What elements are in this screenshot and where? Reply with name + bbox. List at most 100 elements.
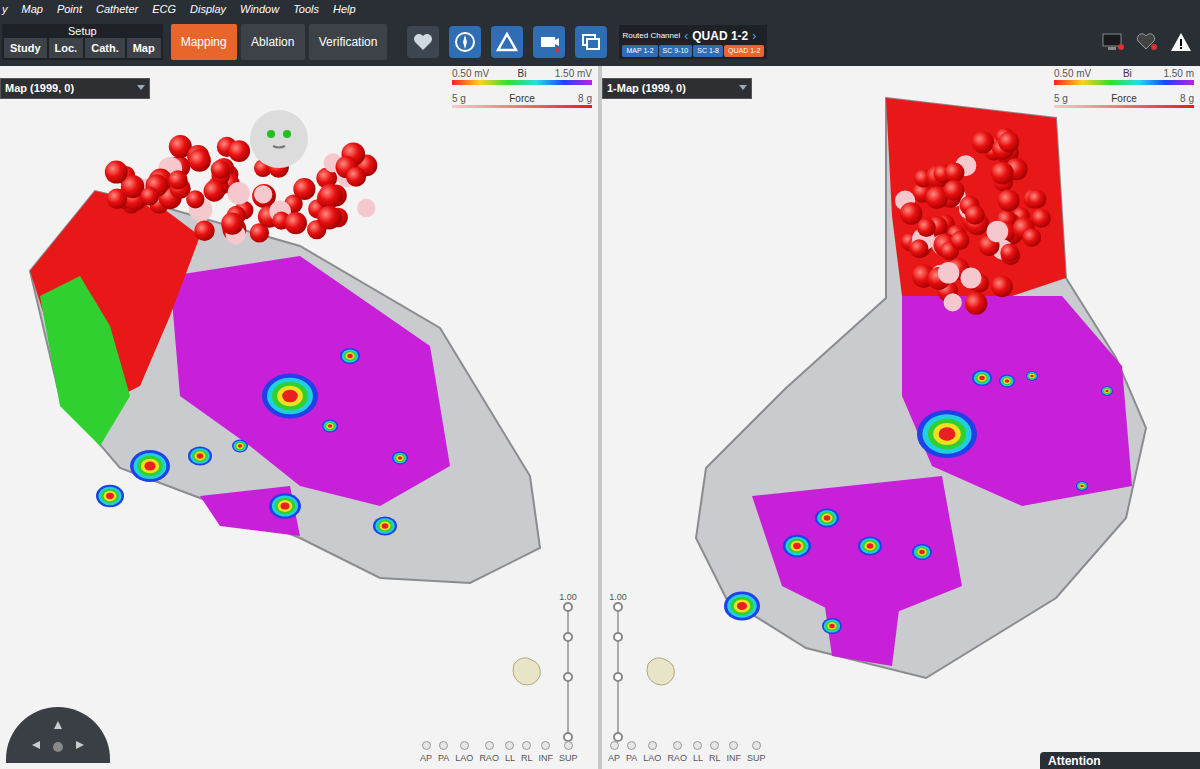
- channel-tab[interactable]: SC 9-10: [659, 45, 693, 57]
- view-dot: [710, 741, 719, 750]
- force-min: 5 g: [452, 93, 466, 105]
- view-label[interactable]: RAO: [667, 752, 687, 766]
- opacity-slider[interactable]: 1.00: [554, 591, 582, 737]
- view-label[interactable]: SUP: [747, 752, 766, 766]
- slider-track[interactable]: [567, 607, 569, 737]
- menu-item[interactable]: Tools: [293, 1, 319, 18]
- map-selector[interactable]: Map (1999, 0): [0, 78, 150, 99]
- menu-item[interactable]: Point: [57, 1, 82, 18]
- view-label[interactable]: LL: [693, 752, 703, 766]
- bi-max: 1.50 mV: [555, 68, 592, 80]
- heart-status-icon[interactable]: [1136, 33, 1158, 51]
- view-button[interactable]: LAO: [643, 741, 661, 766]
- navigation-dial-icon[interactable]: [6, 707, 110, 763]
- mode-button[interactable]: Mapping: [171, 24, 237, 60]
- slider-knob[interactable]: [563, 602, 573, 612]
- menu-item[interactable]: Display: [190, 1, 226, 18]
- slider-knob[interactable]: [563, 672, 573, 682]
- channel-tab[interactable]: QUAD 1-2: [724, 45, 764, 57]
- menu-item[interactable]: Catheter: [96, 1, 138, 18]
- force-min: 5 g: [1054, 93, 1068, 105]
- orientation-face-icon[interactable]: [250, 110, 308, 168]
- map-panel[interactable]: 1-Map (1999, 0) 0.50 mVBi1.50 m5 gForce8 …: [602, 66, 1200, 769]
- anatomy-map[interactable]: [602, 66, 1198, 769]
- view-button[interactable]: PA: [438, 741, 449, 766]
- view-label[interactable]: SUP: [559, 752, 578, 766]
- view-button[interactable]: SUP: [559, 741, 578, 766]
- view-dot: [485, 741, 494, 750]
- channel-tab[interactable]: MAP 1-2: [622, 45, 657, 57]
- menu-item[interactable]: Map: [22, 1, 43, 18]
- view-button[interactable]: LL: [505, 741, 515, 766]
- setup-tab[interactable]: Loc.: [49, 38, 84, 58]
- view-button[interactable]: LL: [693, 741, 703, 766]
- setup-tab[interactable]: Map: [127, 38, 161, 58]
- view-label[interactable]: INF: [538, 752, 553, 766]
- warning-icon[interactable]: [1170, 32, 1192, 52]
- map-selector[interactable]: 1-Map (1999, 0): [602, 78, 752, 99]
- view-button[interactable]: PA: [626, 741, 637, 766]
- toolbar: y Map Point Catheter ECG Display Window Tools He…: [0, 0, 1200, 66]
- heart-button-icon[interactable]: [407, 26, 439, 58]
- menu-item[interactable]: y: [2, 1, 8, 18]
- view-button[interactable]: RAO: [667, 741, 687, 766]
- heart-orientation-icon[interactable]: [642, 654, 678, 688]
- view-label[interactable]: LAO: [643, 752, 661, 766]
- view-button[interactable]: INF: [726, 741, 741, 766]
- next-arrow[interactable]: ›: [752, 27, 756, 45]
- menu-item[interactable]: ECG: [152, 1, 176, 18]
- monitor-icon[interactable]: [1102, 33, 1124, 51]
- force-label: Force: [509, 93, 535, 105]
- bi-label: Bi: [518, 68, 527, 80]
- slider-knob[interactable]: [613, 602, 623, 612]
- view-button[interactable]: RL: [521, 741, 533, 766]
- slider-knob[interactable]: [613, 672, 623, 682]
- anatomy-map[interactable]: [0, 66, 596, 769]
- view-label[interactable]: PA: [626, 752, 637, 766]
- shape-icon[interactable]: [491, 26, 523, 58]
- view-dot: [422, 741, 431, 750]
- view-label[interactable]: AP: [420, 752, 432, 766]
- compass-icon[interactable]: [449, 26, 481, 58]
- view-button[interactable]: SUP: [747, 741, 766, 766]
- routed-channel-label: Routed Channel: [622, 30, 680, 42]
- view-label[interactable]: INF: [726, 752, 741, 766]
- view-button[interactable]: INF: [538, 741, 553, 766]
- mode-button[interactable]: Verification: [309, 24, 388, 60]
- attention-tab[interactable]: Attention: [1040, 752, 1200, 769]
- windows-icon[interactable]: [575, 26, 607, 58]
- view-buttons: AP PA LAO RAO LL RL INF SUP: [608, 741, 765, 766]
- slider-knob[interactable]: [563, 632, 573, 642]
- camera-icon[interactable]: [533, 26, 565, 58]
- map-panel[interactable]: Map (1999, 0)0.50 mVBi1.50 mV5 gForce8 g…: [0, 66, 602, 769]
- setup-tab[interactable]: Cath.: [85, 38, 125, 58]
- slider-track[interactable]: [617, 607, 619, 737]
- view-label[interactable]: AP: [608, 752, 620, 766]
- view-label[interactable]: PA: [438, 752, 449, 766]
- heart-orientation-icon[interactable]: [508, 654, 544, 688]
- view-button[interactable]: RAO: [479, 741, 499, 766]
- dropdown-icon[interactable]: [739, 85, 747, 91]
- view-buttons: AP PA LAO RAO LL RL INF SUP: [420, 741, 577, 766]
- view-button[interactable]: AP: [608, 741, 620, 766]
- prev-arrow[interactable]: ‹: [684, 27, 688, 45]
- mode-button[interactable]: Ablation: [241, 24, 305, 60]
- dropdown-icon[interactable]: [137, 85, 145, 91]
- view-label[interactable]: RL: [709, 752, 721, 766]
- menu-item[interactable]: Help: [333, 1, 356, 18]
- channel-tab[interactable]: SC 1-8: [693, 45, 723, 57]
- force-max: 8 g: [1180, 93, 1194, 105]
- setup-tab[interactable]: Study: [4, 38, 47, 58]
- view-button[interactable]: RL: [709, 741, 721, 766]
- slider-knob[interactable]: [613, 632, 623, 642]
- menu-item[interactable]: Window: [240, 1, 279, 18]
- opacity-slider[interactable]: 1.00: [604, 591, 632, 737]
- attention-label: Attention: [1048, 754, 1101, 768]
- view-label[interactable]: LL: [505, 752, 515, 766]
- view-label[interactable]: LAO: [455, 752, 473, 766]
- legend: 0.50 mVBi1.50 m5 gForce8 g: [1054, 68, 1194, 108]
- view-label[interactable]: RAO: [479, 752, 499, 766]
- view-button[interactable]: AP: [420, 741, 432, 766]
- view-label[interactable]: RL: [521, 752, 533, 766]
- view-button[interactable]: LAO: [455, 741, 473, 766]
